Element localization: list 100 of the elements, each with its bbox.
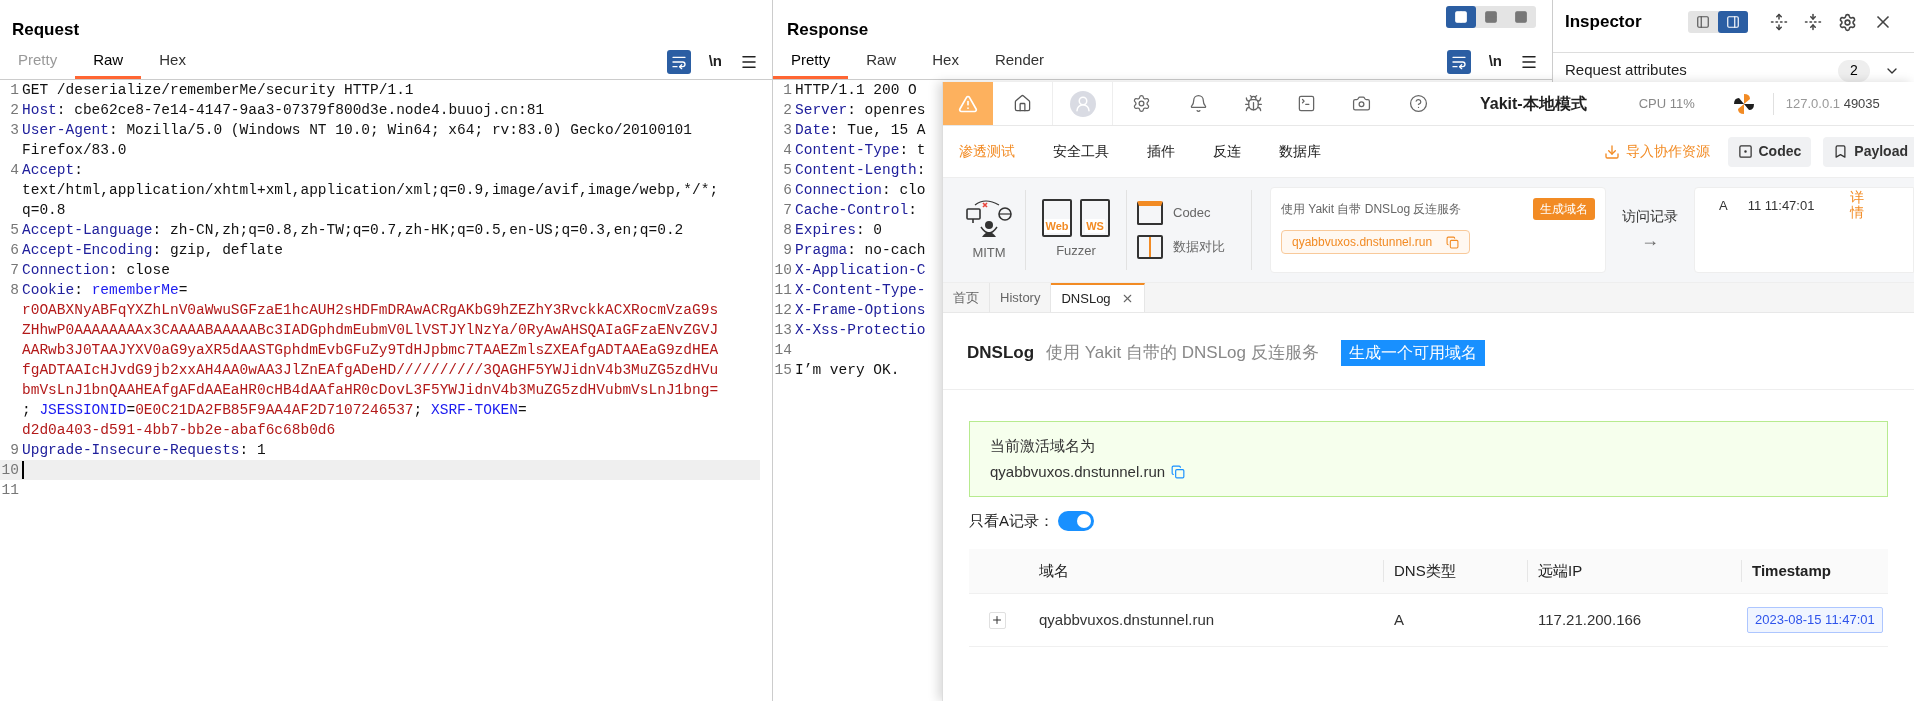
newline-toggle-button[interactable]: \n: [1484, 50, 1506, 73]
wrap-toggle-button[interactable]: [1446, 49, 1471, 74]
copy-icon[interactable]: [1171, 465, 1186, 480]
editor-tab[interactable]: Raw: [848, 44, 915, 79]
text-cursor: [22, 461, 24, 479]
menu-item[interactable]: 安全工具: [1053, 141, 1109, 162]
editor-tab[interactable]: Render: [976, 44, 1063, 79]
page-title: DNSLog: [967, 342, 1035, 365]
mitm-tool[interactable]: MITM: [953, 186, 1025, 274]
code-line: X-Frame-Options: [795, 301, 926, 320]
line-number: 11: [773, 281, 793, 300]
editor-tab[interactable]: Hex: [141, 44, 204, 79]
table-cell: A: [1394, 611, 1404, 628]
access-log-link[interactable]: 访问记录: [1622, 206, 1678, 227]
editor-tab[interactable]: Hex: [914, 44, 977, 79]
codec-button[interactable]: Codec: [1727, 136, 1812, 167]
compare-tool[interactable]: 数据对比: [1137, 235, 1251, 259]
layout-icon: [1454, 10, 1468, 24]
code-line: Server: openres: [795, 101, 926, 120]
cpu-usage: CPU 11%: [1638, 94, 1695, 113]
user-icon: [1073, 94, 1092, 113]
code-line: Date: Tue, 15 A: [795, 121, 926, 140]
house-icon[interactable]: [1013, 94, 1032, 113]
column-header: 域名: [1038, 560, 1069, 581]
inspector-layout-button[interactable]: [1717, 11, 1748, 33]
warning-icon: [958, 93, 978, 114]
line-number: 10: [0, 461, 20, 480]
editor-tab[interactable]: Pretty: [773, 44, 849, 79]
line-number: 3: [9, 121, 20, 140]
bookmark-icon: [1833, 144, 1849, 159]
alert-domain: qyabbvuxos.dnstunnel.run: [990, 462, 1166, 482]
settings-icon[interactable]: [1132, 94, 1151, 113]
code-line: Expires: 0: [795, 221, 883, 240]
code-line: Accept-Language: zh-CN,zh;q=0.8,zh-TW;q=0.7,zh-HK;q=0.5,en-US;q=0.3,en;q=0.2: [22, 221, 684, 240]
a-record-switch[interactable]: [1058, 511, 1094, 531]
code-line: User-Agent: Mozilla/5.0 (Windows NT 10.0; Win64; x64; rv:83.0) Gecko/20100101: [22, 121, 692, 140]
page-tab[interactable]: DNSLog: [1051, 283, 1145, 312]
code-line: text/html,application/xhtml+xml,application/xml;q=0.9,image/avif,image/webp,*/*;: [22, 181, 719, 200]
pinwheel-logo-icon: [1732, 92, 1755, 115]
terminal-icon[interactable]: [1297, 94, 1316, 113]
panel-icon: [1725, 15, 1740, 29]
layout-icon: [1484, 10, 1498, 24]
help-icon[interactable]: [1408, 94, 1428, 113]
code-line: Content-Length:: [795, 161, 926, 180]
line-number: 1: [9, 81, 20, 100]
code-line: r0OABXNyABFqYXZhLnV0aWwuSGFzaE1hcAUH2sHDFmDRAwACRgAKbG9hZEZhY3RvckkACXRocmVzaG9s: [22, 301, 719, 320]
record-type: A: [1719, 197, 1728, 215]
line-number: 7: [9, 261, 20, 280]
line-number: 12: [773, 301, 793, 320]
collapse-all-icon[interactable]: [1803, 13, 1822, 31]
section-title: Request attributes: [1565, 60, 1687, 81]
table-cell: qyabbvuxos.dnstunnel.run: [1039, 611, 1215, 628]
line-number: 5: [782, 161, 793, 180]
expand-all-icon[interactable]: [1769, 13, 1788, 31]
line-number: 15: [773, 361, 793, 380]
line-number: 9: [9, 441, 20, 460]
bell-icon[interactable]: [1189, 94, 1208, 113]
codec-tool[interactable]: Codec: [1137, 201, 1251, 225]
expand-button[interactable]: [988, 611, 1006, 629]
import-icon: [1603, 143, 1620, 160]
settings-icon[interactable]: [1837, 12, 1857, 32]
column-header: Timestamp: [1752, 560, 1831, 581]
newline-toggle-button[interactable]: \n: [704, 50, 726, 73]
payload-button[interactable]: Payload: [1823, 136, 1914, 167]
bug-icon[interactable]: [1244, 94, 1263, 113]
menu-item[interactable]: 反连: [1213, 141, 1241, 162]
line-number: 9: [782, 241, 793, 260]
layout-button[interactable]: [1446, 6, 1476, 28]
camera-icon[interactable]: [1352, 94, 1371, 113]
code-line: GET /deserialize/rememberMe/security HTTP/1.1: [22, 81, 414, 100]
fuzzer-label: Fuzzer: [1056, 242, 1096, 261]
domain-text: qyabbvuxos.dnstunnel.run: [1292, 234, 1433, 251]
line-number: 8: [9, 281, 20, 300]
line-number: 5: [9, 221, 20, 240]
code-line: HTTP/1.1 200 O: [795, 81, 917, 100]
timestamp-tag: 2023-08-15 11:47:01: [1747, 607, 1883, 633]
line-number: 13: [773, 321, 793, 340]
line-number: 14: [773, 341, 793, 360]
code-line: Connection: close: [22, 261, 170, 280]
line-number: 3: [782, 121, 793, 140]
codec-icon: [1737, 144, 1753, 159]
panel-title: Request: [12, 18, 80, 41]
code-line: Host: cbe62ce8-7e14-4147-9aa3-07379f800d3e.node4.buuoj.cn:81: [22, 101, 545, 120]
code-line: bmVsLnJ1bnQAAHEAfgAFdAAEaHR0cHB4dAAfaHR0cDovL3F5YWJidnV4b3MuZG5zdHVubmVsLnJ1bng=: [22, 381, 719, 400]
menu-item[interactable]: 数据库: [1279, 141, 1321, 162]
panel-icon: [1695, 15, 1710, 29]
code-line: Content-Type: t: [795, 141, 926, 160]
compare-icon: [1137, 235, 1163, 259]
menu-item[interactable]: 插件: [1147, 141, 1175, 162]
arrow-icon: →: [1641, 227, 1659, 254]
code-line: Accept:: [22, 161, 84, 180]
page-tab[interactable]: 首页: [943, 283, 990, 312]
editor-tab[interactable]: Raw: [75, 44, 142, 79]
code-line: Upgrade-Insecure-Requests: 1: [22, 441, 266, 460]
table-cell: 117.21.200.166: [1538, 611, 1642, 628]
code-line: fgADTAAIcHJvdG9jb2xxAH4AA0wAA3JlZnEAfgADeHD//////////3QAGHF5YWJidnV4b3MuZG5zdHVu: [22, 361, 719, 380]
panel-title: Response: [787, 18, 869, 41]
line-number: 4: [782, 141, 793, 160]
wrap-toggle-button[interactable]: [666, 49, 691, 74]
line-number: 6: [782, 181, 793, 200]
